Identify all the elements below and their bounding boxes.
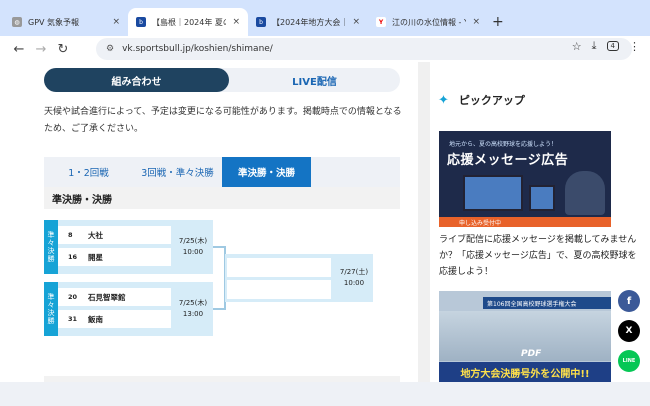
close-icon[interactable]: × xyxy=(112,17,120,27)
browser-tab[interactable]: ◍ GPV 気象予報 × xyxy=(4,8,128,36)
browser-tab[interactable]: Y 江の川の水位情報 - Yahoo!天 × xyxy=(368,8,488,36)
tab-title: 【島根｜2024年 夏の高校野 xyxy=(152,17,226,27)
site-info-icon[interactable]: ⚙ xyxy=(106,44,114,54)
round-label: 準々決勝 xyxy=(44,282,58,336)
x-share-icon[interactable]: X xyxy=(618,320,640,342)
ad-footer: 申し込み受付中 xyxy=(439,217,611,227)
final-team-slot xyxy=(227,258,331,277)
match-datetime: 7/25(木) 13:00 xyxy=(175,298,211,320)
download-icon[interactable]: ⤓ xyxy=(592,39,597,53)
browser-tab-strip: ◍ GPV 気象予報 × b 【島根｜2024年 夏の高校野 × b 【2024… xyxy=(0,0,650,36)
player-illustration xyxy=(565,171,605,215)
cheer-message-ad-banner[interactable]: 地元から、夏の高校野球を応援しよう！ 応援メッセージ広告 申し込み受付中 xyxy=(439,131,611,227)
match-time: 10:00 xyxy=(182,248,204,256)
line-share-icon[interactable]: LINE xyxy=(618,350,640,372)
close-icon[interactable]: × xyxy=(232,17,240,27)
section-title: 準決勝・決勝 xyxy=(44,187,400,209)
pdf-label: PDF xyxy=(521,349,542,359)
page-content: 組み合わせ LIVE配信 天候や試合進行によって、予定は変更になる可能性がありま… xyxy=(0,62,650,406)
browser-toolbar: ← → ↻ ⚙ vk.sportsbull.jp/koshien/shimane… xyxy=(0,36,650,62)
tab-title: GPV 気象予報 xyxy=(28,17,80,27)
reload-icon[interactable]: ↻ xyxy=(52,38,74,60)
sportsbull-icon: b xyxy=(136,17,146,27)
ad-subtitle: 地元から、夏の高校野球を応援しよう！ xyxy=(449,141,558,148)
tab-title: 【2024年地方大会｜リアルタ xyxy=(272,17,347,27)
team-seed: 31 xyxy=(68,315,78,323)
team-name: 大社 xyxy=(88,230,103,240)
forward-icon[interactable]: → xyxy=(30,38,52,60)
sportsbull-icon: b xyxy=(256,17,266,27)
tournament-tag: 第106回全国高校野球選手権大会 xyxy=(483,297,611,309)
tab-bracket[interactable]: 組み合わせ xyxy=(44,68,229,92)
tab-round-sf-final[interactable]: 準決勝・決勝 xyxy=(222,157,311,187)
team-seed: 16 xyxy=(68,253,78,261)
tablet-illustration xyxy=(529,185,555,211)
pickup-label: ピックアップ xyxy=(458,94,525,107)
match-date: 7/25(木) xyxy=(178,237,208,245)
tab-round-1-2[interactable]: 1・2回戦 xyxy=(44,157,133,187)
final-team-slot xyxy=(227,280,331,299)
view-segment-control: 組み合わせ LIVE配信 xyxy=(44,68,400,92)
bookmark-star-icon[interactable]: ☆ xyxy=(572,40,582,53)
team-row: 31 飯南 xyxy=(58,310,171,328)
browser-tab-active[interactable]: b 【島根｜2024年 夏の高校野 × xyxy=(128,8,248,36)
final-time: 10:00 xyxy=(343,279,365,287)
team-name: 開星 xyxy=(88,252,103,262)
browser-bottom-bar xyxy=(0,382,650,406)
sidebar: ✦ ピックアップ 地元から、夏の高校野球を応援しよう！ 応援メッセージ広告 申し… xyxy=(430,62,650,406)
tournament-bracket: 準々決勝 8 大社 16 開星 7/25(木) 10:00 準々決勝 20 石見… xyxy=(44,220,384,340)
tab-live[interactable]: LIVE配信 xyxy=(229,68,400,92)
final-datetime: 7/27(土) 10:00 xyxy=(335,267,373,289)
final-date: 7/27(土) xyxy=(339,268,369,276)
team-seed: 20 xyxy=(68,293,78,301)
team-name: 飯南 xyxy=(88,314,103,324)
team-row: 8 大社 xyxy=(58,226,171,244)
match-time: 13:00 xyxy=(182,310,204,318)
team-name: 石見智翠館 xyxy=(88,292,126,302)
match-date: 7/25(木) xyxy=(178,299,208,307)
pickup-header: ✦ ピックアップ xyxy=(438,92,525,108)
team-row: 20 石見智翠館 xyxy=(58,288,171,306)
back-icon[interactable]: ← xyxy=(8,38,30,60)
new-tab-button[interactable]: + xyxy=(492,14,504,30)
tab-title: 江の川の水位情報 - Yahoo!天 xyxy=(392,17,467,27)
monitor-illustration xyxy=(463,175,523,211)
ad-description-link[interactable]: ライブ配信に応援メッセージを掲載してみませんか？「応援メッセージ広告」で、夏の高… xyxy=(439,232,639,280)
final-extra-edition-banner[interactable]: 第106回全国高校野球選手権大会 PDF 地方大会決勝号外を公開中!! xyxy=(439,291,611,383)
menu-icon[interactable]: ⋮ xyxy=(629,40,640,53)
round-label: 準々決勝 xyxy=(44,220,58,274)
team-row: 16 開星 xyxy=(58,248,171,266)
round-tabs: 1・2回戦 3回戦・準々決勝 準決勝・決勝 xyxy=(44,157,400,187)
column-divider xyxy=(418,62,430,406)
schedule-notice: 天候や試合進行によって、予定は変更になる可能性があります。掲載時点での情報となる… xyxy=(44,107,402,134)
browser-tab[interactable]: b 【2024年地方大会｜リアルタ × xyxy=(248,8,368,36)
close-icon[interactable]: × xyxy=(352,17,360,27)
banner-headline: 地方大会決勝号外を公開中!! xyxy=(439,362,611,383)
team-seed: 8 xyxy=(68,231,73,239)
ad-headline: 応援メッセージ広告 xyxy=(447,153,569,168)
sparkle-icon: ✦ xyxy=(438,92,449,108)
facebook-share-icon[interactable]: f xyxy=(618,290,640,312)
yahoo-icon: Y xyxy=(376,17,386,27)
globe-icon: ◍ xyxy=(12,17,22,27)
tab-round-3-qf[interactable]: 3回戦・準々決勝 xyxy=(133,157,222,187)
match-datetime: 7/25(木) 10:00 xyxy=(175,236,211,258)
close-icon[interactable]: × xyxy=(472,17,480,27)
address-bar[interactable]: ⚙ vk.sportsbull.jp/koshien/shimane/ xyxy=(96,38,632,60)
main-column: 組み合わせ LIVE配信 天候や試合進行によって、予定は変更になる可能性がありま… xyxy=(0,62,420,406)
ad-footer-text: 申し込み受付中 xyxy=(459,220,502,227)
url-text: vk.sportsbull.jp/koshien/shimane/ xyxy=(122,44,273,54)
extension-badge[interactable]: 4 xyxy=(606,41,619,51)
toolbar-actions: ☆ ⤓ 4 ⋮ xyxy=(572,39,640,53)
